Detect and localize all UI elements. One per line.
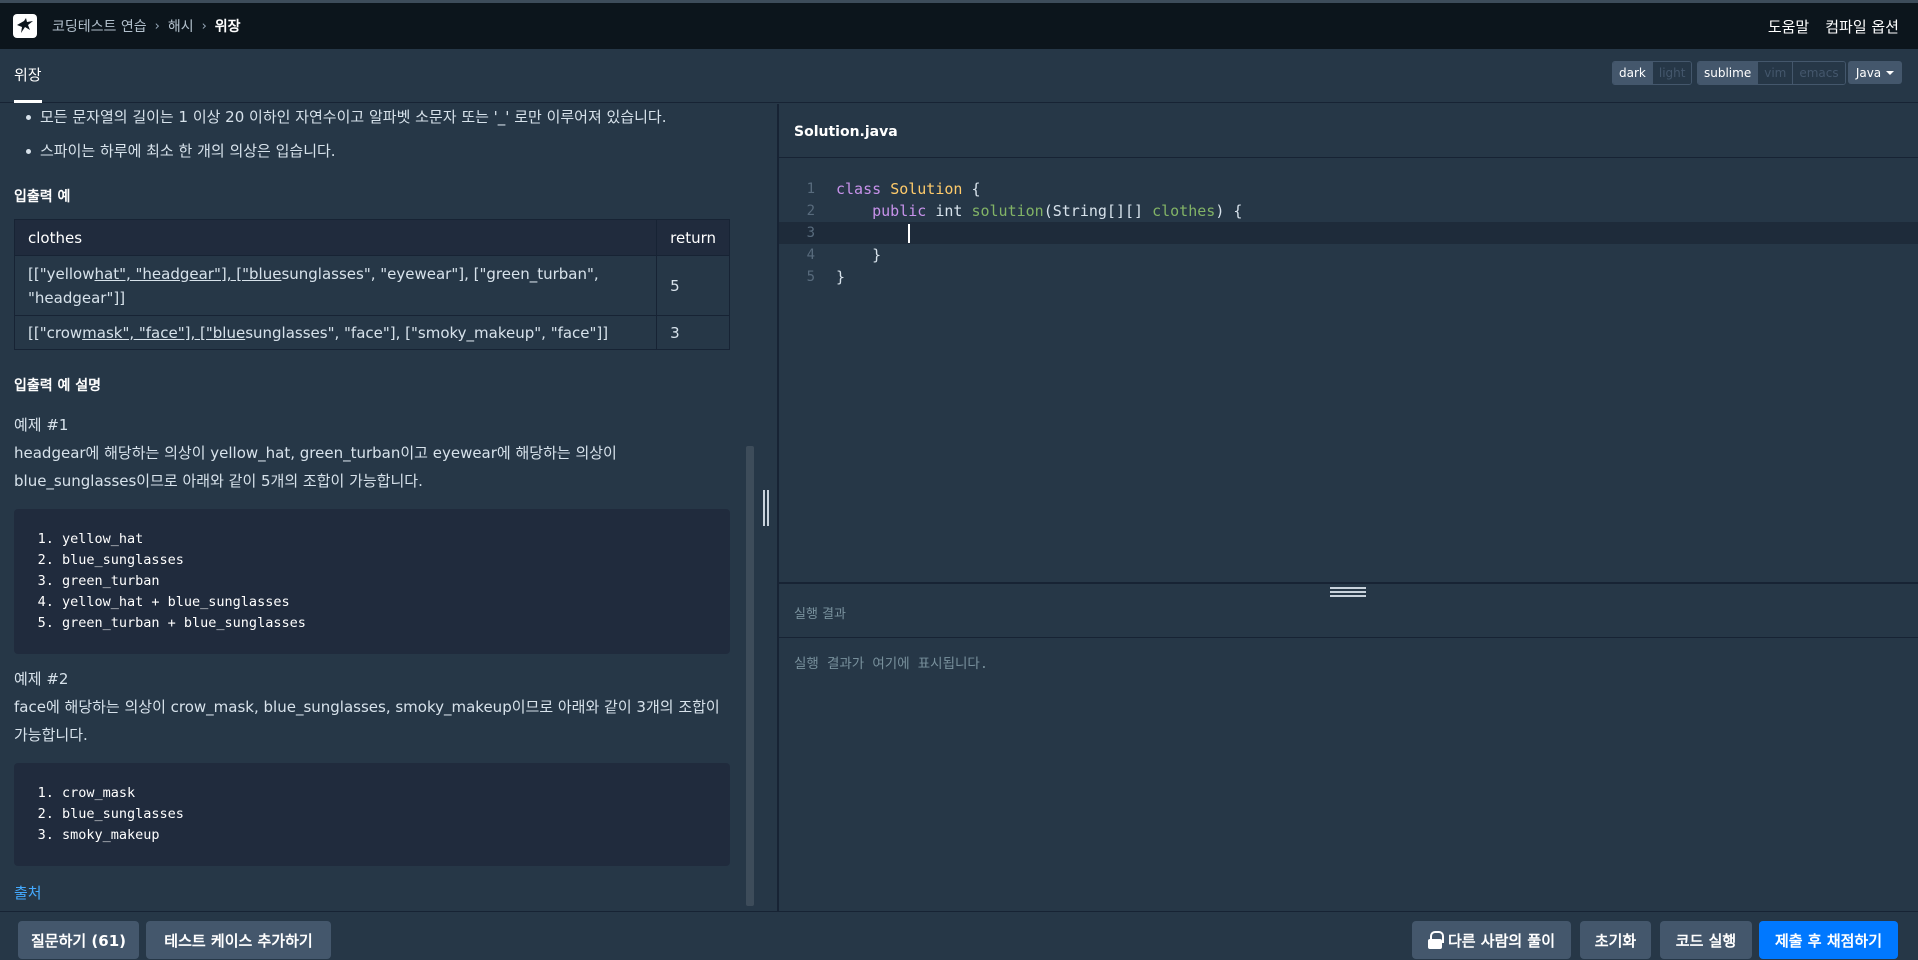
theme-dark-option[interactable]: dark — [1613, 62, 1652, 84]
breadcrumb-coding-test[interactable]: 코딩테스트 연습 — [52, 16, 147, 36]
ask-question-button[interactable]: 질문하기 (61) — [18, 921, 139, 959]
example-2-codeblock: crow_mask blue_sunglasses smoky_makeup — [14, 763, 730, 866]
title-underline — [14, 100, 42, 103]
code-line: 1 class Solution { — [779, 178, 1918, 200]
source-link[interactable]: 출처 — [14, 882, 730, 903]
code-line: 4 } — [779, 244, 1918, 266]
example-1-codeblock: yellow_hat blue_sunglasses green_turban … — [14, 509, 730, 654]
table-cell-return: 5 — [656, 255, 730, 316]
table-header-return: return — [656, 219, 730, 256]
line-number: 4 — [806, 247, 815, 263]
table-cell-return: 3 — [656, 315, 730, 350]
table-row: [["yellowhat", "headgear"], ["bluesungla… — [13, 255, 730, 316]
list-item: blue_sunglasses — [62, 804, 706, 825]
keymap-sublime-option[interactable]: sublime — [1698, 62, 1758, 84]
problem-description-pane[interactable]: 모든 문자열의 길이는 1 이상 20 이하인 자연수이고 알파벳 소문자 또는… — [0, 104, 777, 911]
compile-options-link[interactable]: 컴파일 옵션 — [1825, 16, 1899, 37]
reset-button[interactable]: 초기화 — [1580, 921, 1651, 959]
io-explanation-heading: 입출력 예 설명 — [14, 378, 102, 394]
breadcrumb-hash[interactable]: 해시 — [168, 16, 194, 36]
theme-light-option[interactable]: light — [1651, 62, 1692, 84]
language-label: Java — [1855, 65, 1882, 80]
line-number: 5 — [806, 269, 815, 285]
table-cell-clothes: [["yellowhat", "headgear"], ["bluesungla… — [13, 255, 658, 316]
others-solution-button[interactable]: 다른 사람의 풀이 — [1412, 921, 1571, 959]
code-line-active: 3 — [779, 222, 1918, 244]
action-bar: 질문하기 (61) 테스트 케이스 추가하기 다른 사람의 풀이 초기화 코드 … — [0, 911, 1918, 960]
list-item: green_turban + blue_sunglasses — [62, 613, 706, 634]
constraint-item: 모든 문자열의 길이는 1 이상 20 이하인 자연수이고 알파벳 소문자 또는… — [0, 104, 730, 138]
run-code-button[interactable]: 코드 실행 — [1660, 921, 1752, 959]
result-output: 실행 결과가 여기에 표시됩니다. — [794, 656, 988, 672]
keymap-vim-option[interactable]: vim — [1757, 62, 1793, 84]
language-select[interactable]: Java — [1848, 61, 1902, 84]
text-cursor — [908, 224, 911, 243]
help-link[interactable]: 도움말 — [1768, 16, 1809, 37]
code-editor[interactable]: 1 class Solution { 2 public int solution… — [779, 159, 1918, 584]
io-example-heading: 입출력 예 — [14, 189, 71, 205]
lock-icon — [1427, 931, 1444, 949]
table-row: [["crowmask", "face"], ["bluesunglasses"… — [13, 315, 730, 350]
left-scrollbar[interactable] — [746, 446, 754, 906]
keymap-toggle: sublime vim emacs — [1697, 61, 1846, 85]
chevron-right-icon: › — [154, 18, 160, 34]
example-1-text: headgear에 해당하는 의상이 yellow_hat, green_tur… — [14, 444, 617, 490]
add-testcase-button[interactable]: 테스트 케이스 추가하기 — [146, 921, 331, 959]
list-item: yellow_hat — [62, 529, 706, 550]
file-tab: Solution.java — [779, 104, 1918, 158]
problem-header: 위장 dark light sublime vim emacs Java — [0, 49, 1918, 103]
example-1-label: 예제 #1 — [14, 416, 69, 434]
list-item: smoky_makeup — [62, 825, 706, 846]
io-example-table: clothes return [["yellowhat", "headgear"… — [13, 219, 730, 350]
table-header-clothes: clothes — [13, 219, 658, 256]
top-navbar: 코딩테스트 연습 › 해시 › 위장 도움말 컴파일 옵션 — [0, 0, 1918, 49]
logo-icon[interactable] — [13, 14, 37, 38]
editor-pane: Solution.java 1 class Solution { 2 publi… — [779, 104, 1918, 911]
example-2-text: face에 해당하는 의상이 crow_mask, blue_sunglasse… — [14, 698, 720, 744]
caret-down-icon — [1886, 70, 1895, 75]
list-item: green_turban — [62, 571, 706, 592]
grip-icon[interactable] — [763, 490, 773, 526]
breadcrumb: 코딩테스트 연습 › 해시 › 위장 — [52, 16, 241, 36]
breadcrumb-current: 위장 — [214, 19, 241, 35]
code-line: 5 } — [779, 266, 1918, 288]
line-number: 1 — [806, 181, 815, 197]
line-number: 2 — [806, 203, 815, 219]
list-item: blue_sunglasses — [62, 550, 706, 571]
list-item: crow_mask — [62, 783, 706, 804]
result-heading: 실행 결과 — [779, 584, 1918, 638]
list-item: yellow_hat + blue_sunglasses — [62, 592, 706, 613]
constraint-item: 스파이는 하루에 최소 한 개의 의상은 입습니다. — [0, 138, 730, 172]
submit-button[interactable]: 제출 후 채점하기 — [1759, 921, 1898, 959]
chevron-right-icon: › — [201, 18, 207, 34]
theme-toggle: dark light — [1612, 61, 1693, 85]
constraints-list: 모든 문자열의 길이는 1 이상 20 이하인 자연수이고 알파벳 소문자 또는… — [14, 104, 730, 172]
line-number: 3 — [806, 225, 815, 241]
problem-title: 위장 — [14, 66, 42, 84]
keymap-emacs-option[interactable]: emacs — [1792, 62, 1845, 84]
code-line: 2 public int solution(String[][] clothes… — [779, 200, 1918, 222]
example-2-label: 예제 #2 — [14, 670, 69, 688]
table-cell-clothes: [["crowmask", "face"], ["bluesunglasses"… — [13, 315, 658, 350]
